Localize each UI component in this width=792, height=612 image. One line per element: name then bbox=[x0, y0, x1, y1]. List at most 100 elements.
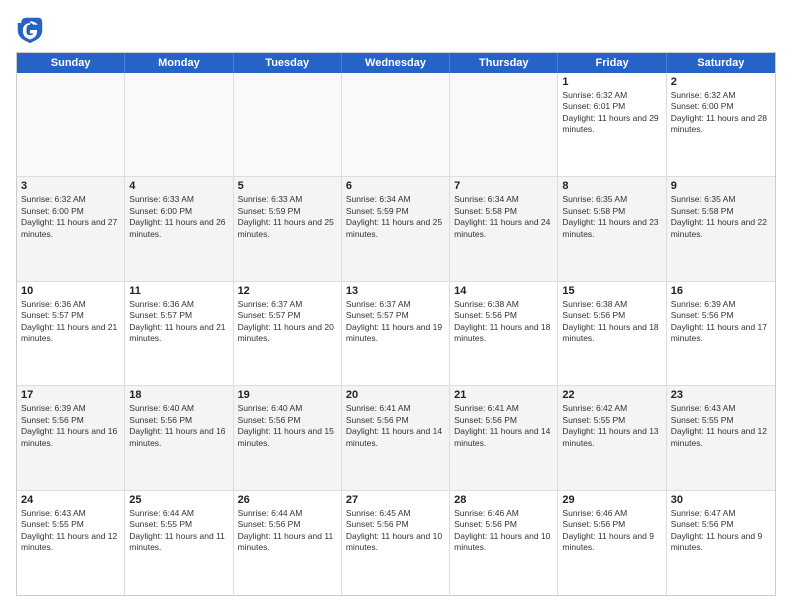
day-number: 11 bbox=[129, 285, 228, 297]
cell-info: Sunrise: 6:32 AM Sunset: 6:01 PM Dayligh… bbox=[562, 90, 661, 136]
day-number: 28 bbox=[454, 494, 553, 506]
calendar: SundayMondayTuesdayWednesdayThursdayFrid… bbox=[16, 52, 776, 596]
cell-info: Sunrise: 6:39 AM Sunset: 5:56 PM Dayligh… bbox=[671, 299, 771, 345]
logo-icon bbox=[16, 16, 44, 44]
calendar-row: 1Sunrise: 6:32 AM Sunset: 6:01 PM Daylig… bbox=[17, 73, 775, 177]
day-number: 13 bbox=[346, 285, 445, 297]
header bbox=[16, 16, 776, 44]
calendar-cell: 5Sunrise: 6:33 AM Sunset: 5:59 PM Daylig… bbox=[234, 177, 342, 280]
cell-info: Sunrise: 6:36 AM Sunset: 5:57 PM Dayligh… bbox=[21, 299, 120, 345]
calendar-cell: 18 Sunrise: 6:40 AM Sunset: 5:56 PM Dayli… bbox=[125, 386, 233, 489]
day-number: 14 bbox=[454, 285, 553, 297]
calendar-cell: 14 Sunrise: 6:38 AM Sunset: 5:56 PM Dayli… bbox=[450, 282, 558, 385]
cell-info: Sunrise: 6:41 AM Sunset: 5:56 PM Dayligh… bbox=[346, 403, 445, 449]
calendar-row: 24 Sunrise: 6:43 AM Sunset: 5:55 PM Dayli… bbox=[17, 491, 775, 595]
cell-info: Sunrise: 6:39 AM Sunset: 5:56 PM Dayligh… bbox=[21, 403, 120, 449]
day-number: 10 bbox=[21, 285, 120, 297]
cell-info: Sunrise: 6:33 AM Sunset: 6:00 PM Dayligh… bbox=[129, 194, 228, 240]
cell-info: Sunrise: 6:43 AM Sunset: 5:55 PM Dayligh… bbox=[21, 508, 120, 554]
cell-info: Sunrise: 6:46 AM Sunset: 5:56 PM Dayligh… bbox=[454, 508, 553, 554]
day-number: 21 bbox=[454, 389, 553, 401]
calendar-cell: 9 Sunrise: 6:35 AM Sunset: 5:58 PM Daylig… bbox=[667, 177, 775, 280]
cell-info: Sunrise: 6:37 AM Sunset: 5:57 PM Dayligh… bbox=[346, 299, 445, 345]
day-number: 18 bbox=[129, 389, 228, 401]
calendar-body: 1Sunrise: 6:32 AM Sunset: 6:01 PM Daylig… bbox=[17, 73, 775, 595]
calendar-cell: 15 Sunrise: 6:38 AM Sunset: 5:56 PM Dayli… bbox=[558, 282, 666, 385]
calendar-cell: 2 Sunrise: 6:32 AM Sunset: 6:00 PM Daylig… bbox=[667, 73, 775, 176]
calendar-cell: 3 Sunrise: 6:32 AM Sunset: 6:00 PM Daylig… bbox=[17, 177, 125, 280]
weekday-header: Sunday bbox=[17, 53, 125, 73]
day-number: 3 bbox=[21, 180, 120, 192]
day-number: 26 bbox=[238, 494, 337, 506]
calendar-cell: 22Sunrise: 6:42 AM Sunset: 5:55 PM Dayli… bbox=[558, 386, 666, 489]
calendar-cell: 27 Sunrise: 6:45 AM Sunset: 5:56 PM Dayli… bbox=[342, 491, 450, 595]
cell-info: Sunrise: 6:35 AM Sunset: 5:58 PM Dayligh… bbox=[562, 194, 661, 240]
weekday-header: Thursday bbox=[450, 53, 558, 73]
weekday-header: Monday bbox=[125, 53, 233, 73]
cell-info: Sunrise: 6:43 AM Sunset: 5:55 PM Dayligh… bbox=[671, 403, 771, 449]
calendar-cell: 4Sunrise: 6:33 AM Sunset: 6:00 PM Daylig… bbox=[125, 177, 233, 280]
calendar-row: 17 Sunrise: 6:39 AM Sunset: 5:56 PM Dayli… bbox=[17, 386, 775, 490]
cell-info: Sunrise: 6:32 AM Sunset: 6:00 PM Dayligh… bbox=[21, 194, 120, 240]
calendar-cell: 16 Sunrise: 6:39 AM Sunset: 5:56 PM Dayli… bbox=[667, 282, 775, 385]
day-number: 24 bbox=[21, 494, 120, 506]
calendar-cell: 6 Sunrise: 6:34 AM Sunset: 5:59 PM Daylig… bbox=[342, 177, 450, 280]
cell-info: Sunrise: 6:32 AM Sunset: 6:00 PM Dayligh… bbox=[671, 90, 771, 136]
weekday-header: Wednesday bbox=[342, 53, 450, 73]
cell-info: Sunrise: 6:33 AM Sunset: 5:59 PM Dayligh… bbox=[238, 194, 337, 240]
calendar-cell: 24 Sunrise: 6:43 AM Sunset: 5:55 PM Dayli… bbox=[17, 491, 125, 595]
cell-info: Sunrise: 6:44 AM Sunset: 5:56 PM Dayligh… bbox=[238, 508, 337, 554]
cell-info: Sunrise: 6:44 AM Sunset: 5:55 PM Dayligh… bbox=[129, 508, 228, 554]
calendar-cell: 30 Sunrise: 6:47 AM Sunset: 5:56 PM Dayli… bbox=[667, 491, 775, 595]
calendar-cell bbox=[125, 73, 233, 176]
cell-info: Sunrise: 6:36 AM Sunset: 5:57 PM Dayligh… bbox=[129, 299, 228, 345]
calendar-header: SundayMondayTuesdayWednesdayThursdayFrid… bbox=[17, 53, 775, 73]
calendar-cell: 26 Sunrise: 6:44 AM Sunset: 5:56 PM Dayli… bbox=[234, 491, 342, 595]
calendar-cell bbox=[342, 73, 450, 176]
calendar-cell: 13 Sunrise: 6:37 AM Sunset: 5:57 PM Dayli… bbox=[342, 282, 450, 385]
day-number: 23 bbox=[671, 389, 771, 401]
calendar-cell: 11 Sunrise: 6:36 AM Sunset: 5:57 PM Dayli… bbox=[125, 282, 233, 385]
day-number: 25 bbox=[129, 494, 228, 506]
cell-info: Sunrise: 6:34 AM Sunset: 5:59 PM Dayligh… bbox=[346, 194, 445, 240]
day-number: 7 bbox=[454, 180, 553, 192]
calendar-cell: 8 Sunrise: 6:35 AM Sunset: 5:58 PM Daylig… bbox=[558, 177, 666, 280]
day-number: 8 bbox=[562, 180, 661, 192]
calendar-cell: 29Sunrise: 6:46 AM Sunset: 5:56 PM Dayli… bbox=[558, 491, 666, 595]
day-number: 27 bbox=[346, 494, 445, 506]
cell-info: Sunrise: 6:35 AM Sunset: 5:58 PM Dayligh… bbox=[671, 194, 771, 240]
day-number: 9 bbox=[671, 180, 771, 192]
day-number: 6 bbox=[346, 180, 445, 192]
calendar-cell bbox=[234, 73, 342, 176]
cell-info: Sunrise: 6:45 AM Sunset: 5:56 PM Dayligh… bbox=[346, 508, 445, 554]
cell-info: Sunrise: 6:38 AM Sunset: 5:56 PM Dayligh… bbox=[454, 299, 553, 345]
calendar-row: 3 Sunrise: 6:32 AM Sunset: 6:00 PM Daylig… bbox=[17, 177, 775, 281]
cell-info: Sunrise: 6:37 AM Sunset: 5:57 PM Dayligh… bbox=[238, 299, 337, 345]
weekday-header: Tuesday bbox=[234, 53, 342, 73]
calendar-cell: 23 Sunrise: 6:43 AM Sunset: 5:55 PM Dayli… bbox=[667, 386, 775, 489]
weekday-header: Friday bbox=[558, 53, 666, 73]
calendar-cell: 12Sunrise: 6:37 AM Sunset: 5:57 PM Dayli… bbox=[234, 282, 342, 385]
calendar-cell: 19 Sunrise: 6:40 AM Sunset: 5:56 PM Dayli… bbox=[234, 386, 342, 489]
day-number: 2 bbox=[671, 76, 771, 88]
calendar-cell: 17 Sunrise: 6:39 AM Sunset: 5:56 PM Dayli… bbox=[17, 386, 125, 489]
day-number: 20 bbox=[346, 389, 445, 401]
day-number: 29 bbox=[562, 494, 661, 506]
day-number: 16 bbox=[671, 285, 771, 297]
calendar-cell: 20 Sunrise: 6:41 AM Sunset: 5:56 PM Dayli… bbox=[342, 386, 450, 489]
day-number: 17 bbox=[21, 389, 120, 401]
day-number: 22 bbox=[562, 389, 661, 401]
day-number: 15 bbox=[562, 285, 661, 297]
cell-info: Sunrise: 6:40 AM Sunset: 5:56 PM Dayligh… bbox=[238, 403, 337, 449]
cell-info: Sunrise: 6:41 AM Sunset: 5:56 PM Dayligh… bbox=[454, 403, 553, 449]
cell-info: Sunrise: 6:47 AM Sunset: 5:56 PM Dayligh… bbox=[671, 508, 771, 554]
day-number: 30 bbox=[671, 494, 771, 506]
cell-info: Sunrise: 6:40 AM Sunset: 5:56 PM Dayligh… bbox=[129, 403, 228, 449]
calendar-cell: 7Sunrise: 6:34 AM Sunset: 5:58 PM Daylig… bbox=[450, 177, 558, 280]
calendar-cell bbox=[450, 73, 558, 176]
page: SundayMondayTuesdayWednesdayThursdayFrid… bbox=[0, 0, 792, 612]
day-number: 19 bbox=[238, 389, 337, 401]
calendar-cell: 25 Sunrise: 6:44 AM Sunset: 5:55 PM Dayli… bbox=[125, 491, 233, 595]
calendar-cell: 1Sunrise: 6:32 AM Sunset: 6:01 PM Daylig… bbox=[558, 73, 666, 176]
cell-info: Sunrise: 6:38 AM Sunset: 5:56 PM Dayligh… bbox=[562, 299, 661, 345]
